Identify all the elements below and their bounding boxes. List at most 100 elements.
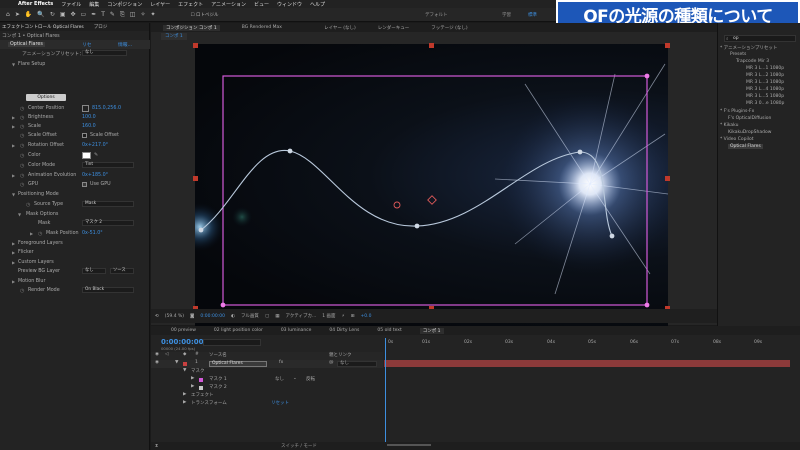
reset-link[interactable]: リセ: [82, 41, 92, 48]
pen-tool-icon[interactable]: ✒: [91, 11, 96, 18]
layer-duration-bar[interactable]: [384, 360, 790, 367]
menu-edit[interactable]: 編集: [89, 1, 99, 8]
render-time-icon[interactable]: ⧗: [155, 443, 158, 449]
region-of-interest-icon[interactable]: ▢: [265, 314, 269, 319]
tab-comp1[interactable]: コンポ 1: [419, 327, 444, 334]
info-link[interactable]: 情報...: [118, 41, 132, 48]
row-custom-layers[interactable]: ▶ Custom Layers: [0, 258, 150, 267]
color-mode-dropdown[interactable]: Tint: [82, 162, 134, 168]
stopwatch-icon[interactable]: ◷: [20, 143, 24, 149]
tree-item[interactable]: MR 3 L...4 1080p: [746, 87, 784, 92]
brightness-value[interactable]: 100.0: [82, 115, 96, 120]
mask1-row[interactable]: ▶ マスク 1 なし ⌄ 反転: [151, 376, 383, 384]
camera-tool-icon[interactable]: ▣: [60, 11, 66, 18]
center-position-handle[interactable]: [427, 195, 437, 205]
tab-02-light[interactable]: 02 light position color: [214, 328, 263, 333]
mask-group-row[interactable]: ▼ マスク: [151, 368, 383, 376]
home-icon[interactable]: ⌂: [6, 11, 10, 18]
expand-triangle-icon[interactable]: ▶: [12, 250, 15, 255]
parent-link-header[interactable]: 親とリンク: [329, 352, 352, 358]
workspace-default[interactable]: デフォルト: [425, 12, 448, 18]
always-preview-icon[interactable]: ⟲: [155, 314, 159, 319]
viewer-timecode[interactable]: 0:00:00:00: [200, 314, 225, 319]
tab-effect-controls[interactable]: エフェクトコントロール Optical Flares: [2, 24, 84, 30]
fast-preview-icon[interactable]: ⚡: [342, 314, 345, 319]
expand-triangle-icon[interactable]: ▼: [175, 360, 178, 365]
comp-canvas[interactable]: [195, 44, 668, 330]
stamp-tool-icon[interactable]: ⎘: [120, 11, 125, 19]
brush-tool-icon[interactable]: ✎: [110, 11, 115, 18]
expand-triangle-icon[interactable]: ▶: [12, 124, 15, 129]
row-mask-options[interactable]: ▼ Mask Options: [0, 210, 150, 219]
menu-animation[interactable]: アニメーション: [211, 1, 246, 8]
bbox-handle[interactable]: [429, 43, 434, 48]
expand-triangle-icon[interactable]: ▶: [30, 231, 33, 236]
layer-switch-fx-icon[interactable]: fx: [279, 360, 283, 365]
selection-tool-icon[interactable]: ➤: [15, 11, 20, 18]
tab-layer[interactable]: レイヤー (なし): [324, 25, 356, 31]
camera-snapshot-icon[interactable]: ◙: [190, 314, 194, 319]
puppet-tool-icon[interactable]: ✦: [150, 11, 155, 18]
mask-dropdown[interactable]: マスク 2: [82, 220, 134, 226]
rotobezier-label[interactable]: ☐ ロトベジル: [191, 12, 219, 18]
tree-item[interactable]: * アニメーションプリセット: [720, 45, 777, 51]
menu-effect[interactable]: エフェクト: [178, 1, 203, 8]
effects-search-input[interactable]: op: [724, 35, 796, 42]
views-dropdown[interactable]: 1 画面: [322, 313, 335, 319]
expand-triangle-icon[interactable]: ▶: [12, 241, 15, 246]
animation-evolution-value[interactable]: 0x+185.0°: [82, 173, 108, 178]
color-swatch[interactable]: [82, 152, 91, 159]
tree-item[interactable]: * F's Plugins-Fx: [720, 109, 754, 114]
center-position-value[interactable]: 815.0,256.0: [92, 106, 121, 111]
expand-triangle-icon[interactable]: ▶: [12, 260, 15, 265]
tree-item[interactable]: KikakuDropShadow: [728, 130, 771, 135]
effect-name[interactable]: Optical Flares: [8, 42, 45, 47]
expand-triangle-icon[interactable]: ▼: [12, 62, 15, 67]
expand-triangle-icon[interactable]: ▶: [183, 400, 186, 405]
visibility-eye-icon[interactable]: ◉: [155, 360, 159, 365]
workspace-learn[interactable]: 学習: [502, 12, 511, 18]
scale-offset-checkbox[interactable]: [82, 133, 87, 138]
mask2-vertex[interactable]: [198, 227, 204, 233]
flowchart-icon[interactable]: ⊞: [351, 314, 355, 319]
mask2-vertex[interactable]: [609, 233, 615, 239]
comp-subtab[interactable]: コンポ 1: [161, 33, 187, 40]
row-foreground-layers[interactable]: ▶ Foreground Layers: [0, 239, 150, 248]
tree-item[interactable]: MR 3 L...5 1080p: [746, 94, 784, 99]
expand-triangle-icon[interactable]: ▶: [12, 143, 15, 148]
expand-triangle-icon[interactable]: ▶: [183, 392, 186, 397]
text-tool-icon[interactable]: T: [101, 11, 105, 18]
stopwatch-icon[interactable]: ◷: [20, 115, 24, 121]
mask1-mode-dropdown[interactable]: なし: [275, 376, 284, 382]
options-button[interactable]: Options: [26, 94, 66, 101]
tree-item[interactable]: Trapcode Mir 3: [736, 59, 769, 64]
expand-triangle-icon[interactable]: ▶: [12, 115, 15, 120]
bbox-handle[interactable]: [193, 176, 198, 181]
stopwatch-icon[interactable]: ◷: [20, 106, 24, 112]
eyedropper-icon[interactable]: ✎: [94, 152, 98, 158]
tab-render-queue[interactable]: レンダーキュー: [378, 25, 410, 31]
zoom-slider[interactable]: [387, 444, 431, 446]
tree-item[interactable]: MR 3 L...1 1080p: [746, 66, 784, 71]
mask1-vertex[interactable]: [644, 302, 650, 308]
row-motion-blur[interactable]: ▶ Motion Blur: [0, 277, 150, 286]
stopwatch-icon[interactable]: ◷: [20, 124, 24, 130]
playhead[interactable]: [385, 338, 386, 442]
stopwatch-icon[interactable]: ◷: [20, 173, 24, 179]
expand-triangle-icon[interactable]: ▶: [12, 279, 15, 284]
menu-window[interactable]: ウィンドウ: [277, 1, 302, 8]
timeline-timecode[interactable]: 0:00:00:00: [161, 338, 204, 346]
source-name-header[interactable]: ソース名: [209, 352, 227, 358]
stopwatch-icon[interactable]: ◷: [20, 133, 24, 139]
tab-bg-rendered[interactable]: BG Rendered Max: [242, 25, 282, 30]
expand-triangle-icon[interactable]: ▼: [183, 368, 186, 373]
tree-item[interactable]: * Video Copilot: [720, 137, 754, 142]
stopwatch-icon[interactable]: ◷: [38, 231, 42, 237]
tab-00-preview[interactable]: 00 preview: [171, 328, 196, 333]
mask1-color[interactable]: [199, 378, 203, 382]
mask1-invert-checkbox[interactable]: 反転: [306, 376, 315, 382]
layer-name[interactable]: Optical Flares: [209, 361, 267, 367]
time-ruler[interactable]: 0s 01s 02s 03s 04s 05s 06s 07s 08s 09s: [384, 338, 790, 348]
rect-tool-icon[interactable]: ▭: [81, 11, 87, 18]
mask1-vertex[interactable]: [220, 302, 226, 308]
